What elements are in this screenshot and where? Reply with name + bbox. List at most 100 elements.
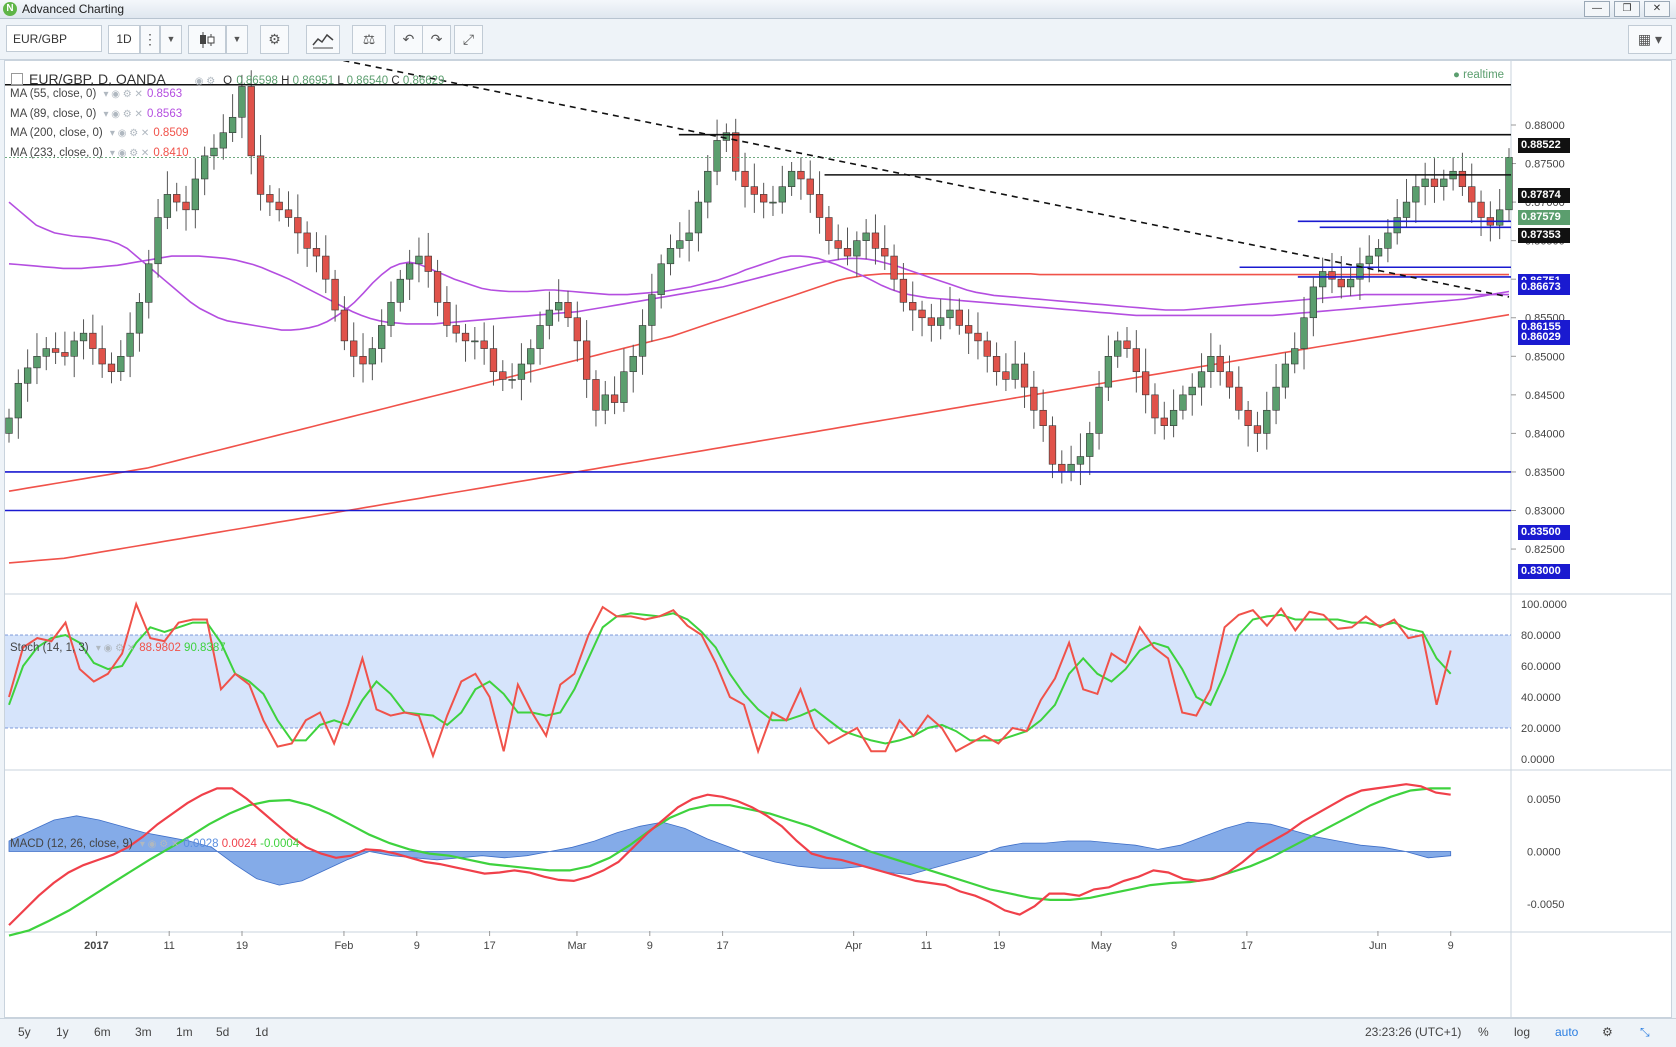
candle-body bbox=[1002, 371, 1010, 380]
fullscreen-bottom-icon[interactable]: ⤡ bbox=[1640, 1025, 1650, 1040]
candle-body bbox=[443, 302, 451, 326]
percent-scale-toggle[interactable]: % bbox=[1478, 1025, 1489, 1039]
candlestick-chart-icon[interactable] bbox=[188, 25, 226, 54]
candle-body bbox=[424, 255, 432, 272]
price-tick-label: 0.84500 bbox=[1525, 390, 1565, 402]
chart-canvas[interactable]: 0.880000.875000.870000.865000.860000.855… bbox=[5, 61, 1671, 1017]
candle-body bbox=[1207, 355, 1215, 373]
indicators-icon[interactable] bbox=[306, 25, 340, 54]
layout-grid-icon[interactable]: ▦ ▾ bbox=[1628, 25, 1672, 54]
symbol-input[interactable]: EUR/GBP bbox=[6, 25, 102, 52]
candle-body bbox=[1384, 232, 1392, 249]
candle-body bbox=[359, 355, 367, 365]
ma55-tools-icon[interactable]: ▾ ◉ ⚙ ✕ bbox=[104, 89, 143, 100]
ma233-tools-icon[interactable]: ▾ ◉ ⚙ ✕ bbox=[110, 148, 149, 159]
candle-body bbox=[23, 367, 32, 384]
stoch-legend: Stoch (14, 1, 3) ▾ ◉ ⚙ ✕ 88.9802 90.8387 bbox=[10, 642, 226, 654]
macd-label: MACD (12, 26, close, 9) bbox=[10, 838, 133, 850]
candle-body bbox=[1160, 417, 1168, 426]
ma89-tools-icon[interactable]: ▾ ◉ ⚙ ✕ bbox=[104, 109, 143, 120]
minimize-button[interactable]: — bbox=[1584, 1, 1610, 17]
ma55-value: 0.8563 bbox=[146, 88, 183, 100]
candle-body bbox=[471, 340, 479, 343]
macd-signal-value: -0.0004 bbox=[260, 838, 300, 850]
candle-body bbox=[42, 348, 50, 357]
x-tick-label: 11 bbox=[921, 940, 932, 952]
range-3m[interactable]: 3m bbox=[135, 1025, 152, 1039]
window-title: Advanced Charting bbox=[22, 2, 125, 16]
candle-body bbox=[694, 201, 703, 234]
candle-body bbox=[685, 232, 693, 241]
range-1y[interactable]: 1y bbox=[56, 1025, 69, 1039]
candle-body bbox=[983, 340, 991, 357]
candle-body bbox=[1132, 348, 1140, 373]
ma200-tools-icon[interactable]: ▾ ◉ ⚙ ✕ bbox=[110, 128, 149, 139]
candle-body bbox=[1272, 386, 1280, 411]
auto-scale-toggle[interactable]: auto bbox=[1555, 1025, 1578, 1039]
settings-gear-icon[interactable]: ⚙ bbox=[260, 25, 289, 54]
candle-body bbox=[238, 86, 246, 118]
legend-collapse-icon[interactable] bbox=[11, 73, 23, 85]
candle-body bbox=[89, 332, 97, 349]
compare-scale-icon[interactable]: ⚖ bbox=[352, 25, 386, 54]
symbol-title: EUR/GBP, D, OANDA bbox=[29, 71, 165, 87]
range-6m[interactable]: 6m bbox=[94, 1025, 111, 1039]
range-1m[interactable]: 1m bbox=[176, 1025, 193, 1039]
chart-toolbar: EUR/GBP 1D ⋮ ▼ ▼ ⚙ ⚖ ↶ ↷ ⤢ ▦ ▾ bbox=[0, 19, 1676, 60]
candle-body bbox=[135, 302, 144, 334]
candle-body bbox=[378, 325, 386, 349]
candle-body bbox=[964, 325, 973, 334]
range-5y[interactable]: 5y bbox=[18, 1025, 31, 1039]
ma55-legend: MA (55, close, 0) ▾ ◉ ⚙ ✕ 0.8563 bbox=[10, 88, 182, 100]
candle-body bbox=[778, 186, 786, 203]
ma233-line bbox=[8, 313, 1510, 564]
candle-body bbox=[1291, 348, 1299, 365]
candle-body bbox=[294, 217, 302, 234]
bottom-settings-icon[interactable]: ⚙ bbox=[1602, 1025, 1613, 1039]
candle-body bbox=[899, 278, 908, 303]
candle-body bbox=[657, 263, 665, 295]
candle-body bbox=[266, 194, 274, 203]
undo-icon[interactable]: ↶ bbox=[394, 25, 423, 54]
candle-body bbox=[33, 355, 41, 369]
high-label: H bbox=[281, 75, 290, 87]
candle-body bbox=[955, 309, 963, 326]
candle-body bbox=[51, 348, 60, 353]
ma89-legend: MA (89, close, 0) ▾ ◉ ⚙ ✕ 0.8563 bbox=[10, 108, 182, 120]
level-price-label: 0.87353 bbox=[1518, 227, 1570, 243]
chart-type-dropdown-icon[interactable]: ▼ bbox=[226, 25, 248, 54]
more-options-icon[interactable]: ⋮ bbox=[140, 25, 160, 54]
redo-icon[interactable]: ↷ bbox=[422, 25, 451, 54]
candle-body bbox=[1402, 201, 1411, 218]
level-price-label: 0.86029 bbox=[1518, 329, 1570, 345]
close-button[interactable]: ✕ bbox=[1644, 1, 1670, 17]
candle-body bbox=[5, 417, 13, 434]
candle-body bbox=[1169, 409, 1178, 426]
price-tick-label: 0.88000 bbox=[1525, 120, 1565, 132]
interval-dropdown-icon[interactable]: ▼ bbox=[160, 25, 182, 54]
candle-body bbox=[974, 332, 982, 342]
candle-body bbox=[592, 379, 600, 411]
range-5d[interactable]: 5d bbox=[216, 1025, 229, 1039]
candle-body bbox=[1244, 409, 1252, 426]
stoch-tools-icon[interactable]: ▾ ◉ ⚙ ✕ bbox=[96, 643, 135, 654]
ma55-label: MA (55, close, 0) bbox=[10, 88, 97, 100]
main-legend: EUR/GBP, D, OANDA ◉ ⚙ O 0.86598 H 0.8695… bbox=[11, 71, 444, 87]
restore-button[interactable]: ❐ bbox=[1614, 1, 1640, 17]
fullscreen-icon[interactable]: ⤢ bbox=[454, 25, 483, 54]
interval-selector[interactable]: 1D bbox=[108, 25, 140, 54]
x-tick-label: 9 bbox=[1171, 940, 1177, 952]
candle-body bbox=[508, 379, 516, 381]
candle-body bbox=[909, 302, 917, 311]
log-scale-toggle[interactable]: log bbox=[1514, 1025, 1530, 1039]
candle-body bbox=[1253, 425, 1262, 434]
candle-body bbox=[666, 248, 675, 265]
macd-tools-icon[interactable]: ▾ ◉ ⚙ ✕ bbox=[140, 839, 179, 850]
chart-area[interactable]: 0.880000.875000.870000.865000.860000.855… bbox=[4, 60, 1672, 1018]
candle-body bbox=[284, 209, 293, 218]
stoch-d-value: 90.8387 bbox=[184, 642, 226, 654]
range-1d[interactable]: 1d bbox=[255, 1025, 268, 1039]
legend-tools-icon[interactable]: ◉ ⚙ bbox=[195, 76, 215, 87]
candle-body bbox=[1067, 463, 1075, 473]
candle-body bbox=[461, 332, 470, 342]
